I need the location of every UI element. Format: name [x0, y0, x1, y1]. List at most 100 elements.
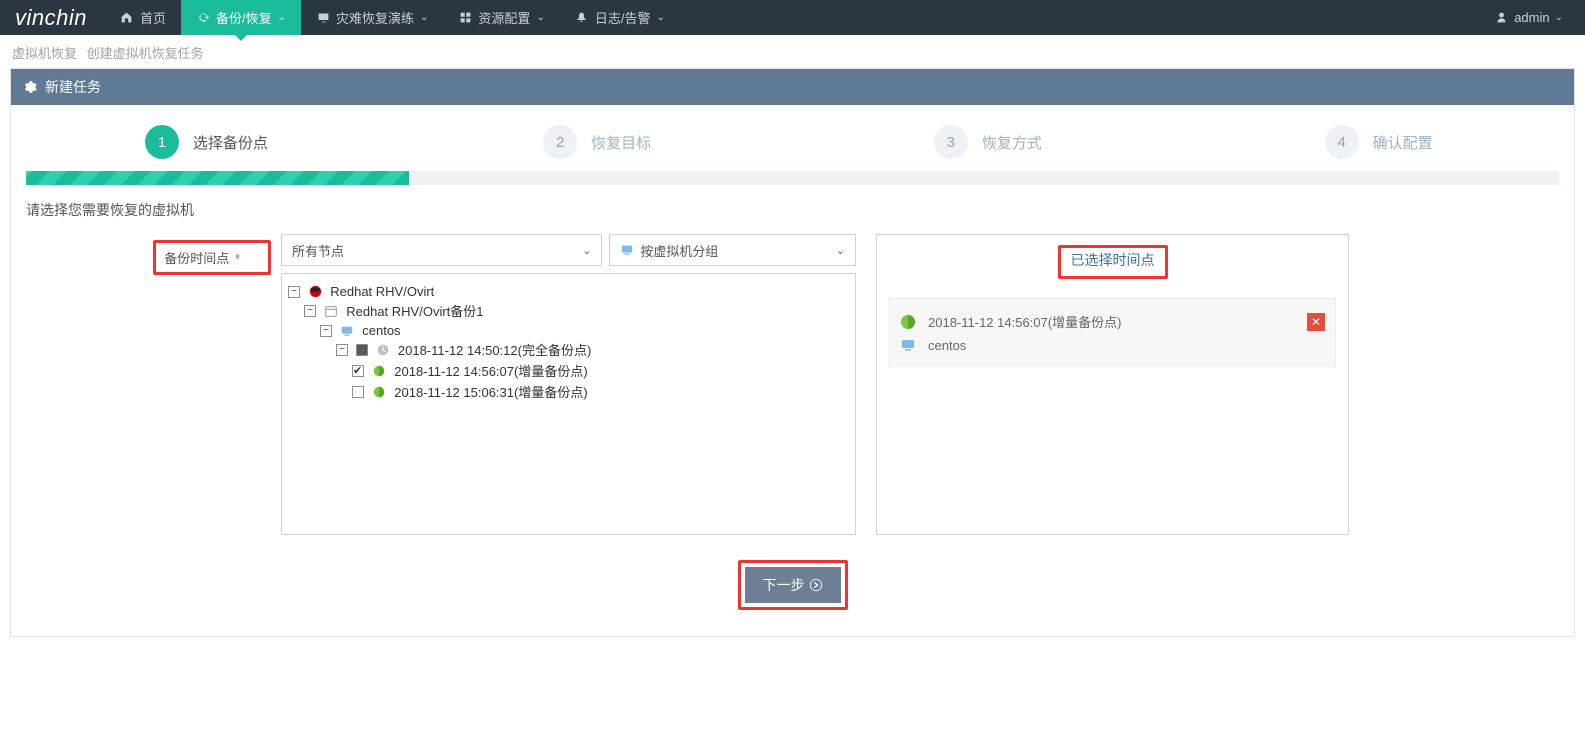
- tree-node-inc-backup-1[interactable]: 2018-11-12 14:56:07(增量备份点): [288, 360, 849, 381]
- chevron-down-icon: ⌄: [278, 12, 286, 23]
- collapse-icon[interactable]: −: [320, 325, 332, 337]
- step-2-number: 2: [543, 125, 577, 159]
- chevron-down-icon: ⌄: [536, 12, 544, 23]
- panel-title: 新建任务: [45, 77, 101, 97]
- backup-tree[interactable]: − Redhat RHV/Ovirt − Redhat RHV/Ovirt备: [281, 273, 856, 535]
- home-icon: [120, 11, 134, 25]
- step-2-label: 恢复目标: [591, 132, 651, 153]
- step-4-label: 确认配置: [1373, 132, 1433, 153]
- breadcrumb-b: 创建虚拟机恢复任务: [87, 46, 204, 61]
- next-button-label: 下一步: [763, 575, 805, 595]
- nav-items: 首页 备份/恢复 ⌄ 灾难恢复演练 ⌄ 资源配置 ⌄: [105, 0, 680, 35]
- collapse-icon[interactable]: −: [304, 305, 316, 317]
- highlight-next-button: 下一步: [738, 560, 848, 610]
- wizard-step-3[interactable]: 3 恢复方式: [793, 125, 1184, 159]
- collapse-icon[interactable]: −: [288, 286, 300, 298]
- tree-root-label: Redhat RHV/Ovirt: [330, 284, 434, 299]
- vm-icon: [340, 323, 355, 338]
- tree-vm-label: centos: [362, 323, 400, 338]
- nav-drill[interactable]: 灾难恢复演练 ⌄: [301, 0, 443, 35]
- globe-green-icon: [372, 363, 387, 378]
- tree-job-label: Redhat RHV/Ovirt备份1: [346, 304, 483, 319]
- gear-icon: [23, 80, 37, 94]
- selected-time-text: 2018-11-12 14:56:07(增量备份点): [928, 312, 1307, 331]
- remove-selected-button[interactable]: ✕: [1307, 313, 1325, 331]
- selected-vm-row: centos: [900, 334, 1325, 356]
- user-menu[interactable]: admin ⌄: [1483, 10, 1575, 25]
- vm-icon: [900, 337, 916, 353]
- next-button[interactable]: 下一步: [745, 567, 841, 603]
- step-1-label: 选择备份点: [193, 132, 268, 153]
- wizard-steps: 1 选择备份点 2 恢复目标 3 恢复方式 4 确认配置: [11, 105, 1574, 171]
- wizard-progress-fill: [26, 171, 409, 185]
- panel-header: 新建任务: [11, 69, 1574, 105]
- redhat-icon: [308, 284, 323, 299]
- step-3-number: 3: [934, 125, 968, 159]
- node-select-value: 所有节点: [292, 241, 344, 260]
- highlight-backup-time-label: 备份时间点 *: [153, 240, 271, 275]
- tree-full-backup-label: 2018-11-12 14:50:12(完全备份点): [398, 343, 591, 358]
- nav-backup-label: 备份/恢复: [216, 8, 272, 27]
- chevron-down-icon: ⌄: [1555, 12, 1563, 23]
- tree-inc2-label: 2018-11-12 15:06:31(增量备份点): [394, 385, 587, 400]
- nav-drill-label: 灾难恢复演练: [336, 8, 414, 27]
- breadcrumb-a: 虚拟机恢复: [12, 46, 77, 61]
- required-asterisk: *: [235, 251, 240, 266]
- monitor-icon: [316, 11, 330, 25]
- arrow-right-icon: [809, 578, 823, 592]
- chevron-down-icon: ⌄: [836, 244, 845, 257]
- checkbox-indeterminate[interactable]: [356, 344, 368, 356]
- step-1-number: 1: [145, 125, 179, 159]
- nav-resource[interactable]: 资源配置 ⌄: [443, 0, 559, 35]
- selected-time-header: 已选择时间点: [1061, 248, 1165, 276]
- tree-node-vm[interactable]: − centos: [288, 321, 849, 339]
- node-select[interactable]: 所有节点 ⌄: [281, 234, 602, 266]
- nav-home[interactable]: 首页: [105, 0, 181, 35]
- field-label-backup-time: 备份时间点: [164, 251, 229, 266]
- selected-vm-text: centos: [928, 338, 1325, 353]
- grid-icon: [458, 11, 472, 25]
- vm-icon: [620, 243, 634, 257]
- highlight-selected-header: 已选择时间点: [1058, 245, 1168, 279]
- nav-resource-label: 资源配置: [478, 8, 530, 27]
- tree-node-full-backup[interactable]: − 2018-11-12 14:50:12(完全备份点): [288, 339, 849, 360]
- bell-icon: [575, 11, 589, 25]
- group-select[interactable]: 按虚拟机分组 ⌄: [609, 234, 856, 266]
- nav-backup[interactable]: 备份/恢复 ⌄: [181, 0, 301, 35]
- step-3-label: 恢复方式: [982, 132, 1042, 153]
- checkbox-checked[interactable]: [352, 365, 364, 377]
- selected-time-row: 2018-11-12 14:56:07(增量备份点) ✕: [900, 309, 1325, 334]
- close-icon: ✕: [1311, 315, 1321, 329]
- nav-log-label: 日志/告警: [595, 8, 651, 27]
- calendar-icon: [324, 303, 339, 318]
- button-row: 下一步: [11, 550, 1574, 636]
- user-icon: [1495, 11, 1509, 25]
- checkbox-unchecked[interactable]: [352, 386, 364, 398]
- form-main-column: 所有节点 ⌄ 按虚拟机分组 ⌄: [281, 234, 856, 535]
- globe-green-icon: [372, 384, 387, 399]
- globe-green-icon: [900, 314, 916, 330]
- refresh-icon: [196, 11, 210, 25]
- chevron-down-icon: ⌄: [420, 12, 428, 23]
- selected-time-content: 2018-11-12 14:56:07(增量备份点) ✕ centos: [889, 298, 1336, 367]
- step-4-number: 4: [1325, 125, 1359, 159]
- wizard-step-2[interactable]: 2 恢复目标: [402, 125, 793, 159]
- chevron-down-icon: ⌄: [582, 244, 591, 257]
- user-name: admin: [1514, 10, 1549, 25]
- task-panel: 新建任务 1 选择备份点 2 恢复目标 3 恢复方式 4 确认配置 请: [10, 68, 1575, 637]
- tree-node-root[interactable]: − Redhat RHV/Ovirt: [288, 282, 849, 300]
- wizard-progress: [26, 171, 1559, 185]
- clock-icon: [375, 342, 390, 357]
- tree-node-inc-backup-2[interactable]: 2018-11-12 15:06:31(增量备份点): [288, 381, 849, 402]
- nav-log[interactable]: 日志/告警 ⌄: [560, 0, 680, 35]
- tree-inc1-label: 2018-11-12 14:56:07(增量备份点): [394, 364, 587, 379]
- collapse-icon[interactable]: −: [336, 344, 348, 356]
- wizard-step-4[interactable]: 4 确认配置: [1183, 125, 1574, 159]
- nav-home-label: 首页: [140, 8, 166, 27]
- brand-logo: vinchin: [10, 5, 105, 31]
- chevron-down-icon: ⌄: [656, 12, 664, 23]
- wizard-step-1[interactable]: 1 选择备份点: [11, 125, 402, 159]
- tree-node-job[interactable]: − Redhat RHV/Ovirt备份1: [288, 300, 849, 321]
- top-navbar: vinchin 首页 备份/恢复 ⌄ 灾难恢复演练 ⌄ 资源配置: [0, 0, 1585, 35]
- group-select-value: 按虚拟机分组: [640, 241, 718, 260]
